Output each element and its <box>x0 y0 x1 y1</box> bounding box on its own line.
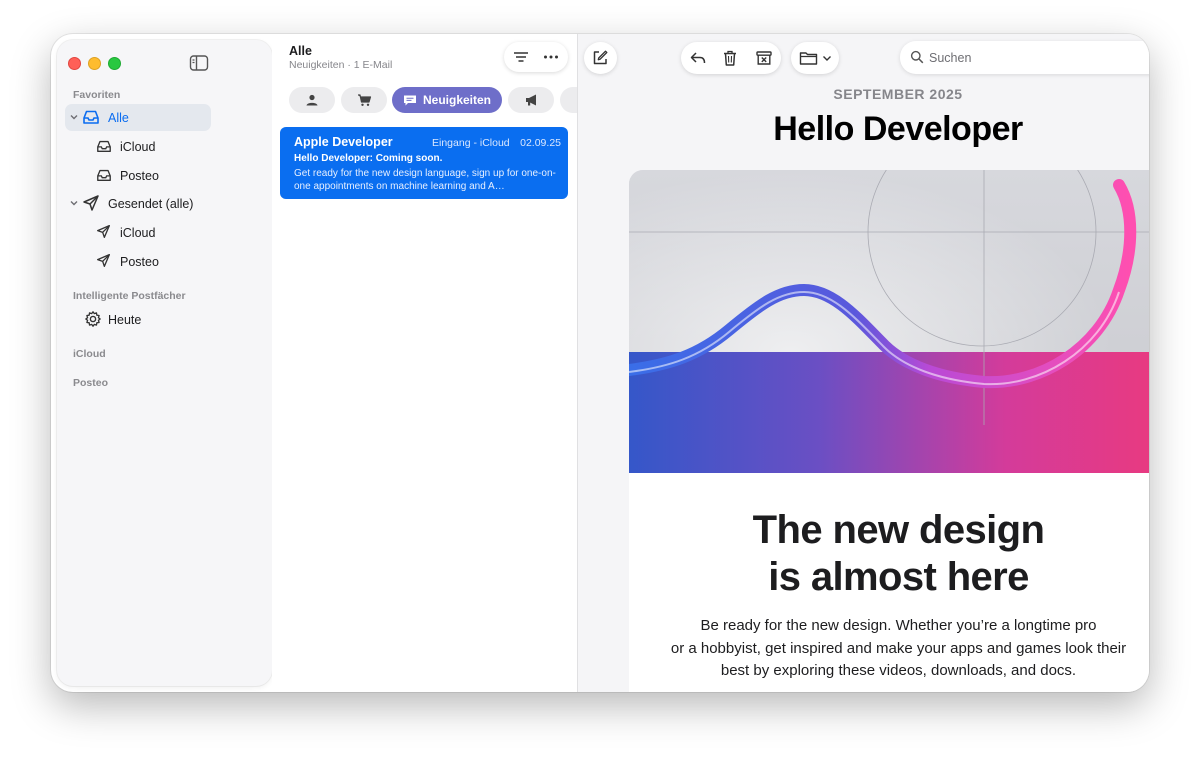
filter-icon[interactable] <box>512 48 530 66</box>
sidebar-item-icloud-inbox[interactable]: iCloud <box>93 133 233 160</box>
tray-icon <box>83 110 99 124</box>
megaphone-icon <box>525 94 536 106</box>
message-subject: Hello Developer: Coming soon. <box>294 153 443 164</box>
chevron-down-icon[interactable] <box>69 112 79 122</box>
tray-icon <box>97 169 111 181</box>
card-body-line: or a hobbyist, get inspired and make you… <box>670 639 1127 657</box>
mail-window: Favoriten Alle iCloud Posteo Gesendet (a… <box>51 34 1149 692</box>
category-person[interactable] <box>289 87 335 113</box>
trash-icon[interactable] <box>721 49 739 67</box>
email-heading: Hello Developer <box>773 110 1023 148</box>
gear-icon <box>85 311 101 327</box>
cart-icon <box>357 94 371 106</box>
sidebar-item-label: iCloud <box>120 225 156 240</box>
list-actions-group <box>504 42 568 72</box>
category-promotions[interactable] <box>508 87 554 113</box>
compose-icon[interactable] <box>591 49 609 67</box>
category-neuigkeiten[interactable]: Neuigkeiten <box>392 87 502 113</box>
card-body: Be ready for the new design. Whether you… <box>629 615 1149 683</box>
card-title: The new design is almost here <box>629 507 1149 601</box>
sidebar-item-label: Heute <box>108 312 142 327</box>
card-title-line: The new design <box>752 508 1045 552</box>
close-window-button[interactable] <box>68 57 81 70</box>
sidebar-toggle-icon[interactable] <box>189 54 209 72</box>
sidebar-item-label: Gesendet (alle) <box>108 196 194 211</box>
search-icon <box>910 50 924 64</box>
message-date: 02.09.25 <box>520 137 561 149</box>
message-sender: Apple Developer <box>294 135 393 149</box>
folder-icon <box>799 52 818 65</box>
paperplane-icon <box>83 195 99 211</box>
sidebar-item-posteo-inbox[interactable]: Posteo <box>93 162 233 189</box>
card-body-line: Be ready for the new design. Whether you… <box>700 617 1097 634</box>
person-icon <box>306 94 318 106</box>
hero-artwork <box>629 170 1149 473</box>
sidebar-item-gesendet[interactable]: Gesendet (alle) <box>65 190 235 217</box>
message-preview: Get ready for the new design language, s… <box>294 168 556 192</box>
reading-pane: SEPTEMBER 2025 Hello Developer <box>578 34 1149 692</box>
smart-mailboxes-header: Intelligente Postfächer <box>73 290 186 302</box>
sidebar: Favoriten Alle iCloud Posteo Gesendet (a… <box>57 40 272 686</box>
tray-icon <box>97 140 111 152</box>
account-header-posteo[interactable]: Posteo <box>73 377 108 389</box>
sidebar-item-label: Posteo <box>120 168 159 183</box>
list-title: Alle <box>289 44 312 58</box>
message-icon <box>403 95 416 105</box>
card-body-line: best by exploring these videos, download… <box>720 662 1077 679</box>
junk-icon[interactable] <box>755 49 773 67</box>
search-input[interactable] <box>929 41 1149 74</box>
search-field[interactable] <box>900 41 1149 74</box>
move-group[interactable] <box>791 42 839 74</box>
category-label: Neuigkeiten <box>422 93 491 107</box>
message-actions-group <box>681 42 781 74</box>
more-icon[interactable] <box>542 48 560 66</box>
sidebar-item-posteo-sent[interactable]: Posteo <box>93 248 233 275</box>
zoom-window-button[interactable] <box>108 57 121 70</box>
compose-group <box>584 42 617 74</box>
paperplane-icon <box>97 225 110 238</box>
email-content-card: The new design is almost here Be ready f… <box>629 473 1149 692</box>
sidebar-item-alle[interactable]: Alle <box>65 104 211 131</box>
sidebar-item-icloud-sent[interactable]: iCloud <box>93 219 233 246</box>
sidebar-item-label: iCloud <box>120 139 156 154</box>
message-list-column: Alle Neuigkeiten · 1 E-Mail Neuigkeiten … <box>272 34 590 692</box>
reply-icon[interactable] <box>689 49 707 67</box>
hero-image <box>629 170 1149 473</box>
category-shopping[interactable] <box>341 87 387 113</box>
favorites-header: Favoriten <box>73 89 121 101</box>
card-title-line: is almost here <box>768 555 1029 599</box>
message-mailbox: Eingang - iCloud <box>432 137 510 149</box>
chevron-down-icon <box>823 56 831 61</box>
email-month-label: SEPTEMBER 2025 <box>833 86 963 102</box>
sidebar-item-label: Posteo <box>120 254 159 269</box>
sidebar-item-heute[interactable]: Heute <box>81 306 231 333</box>
account-header-icloud[interactable]: iCloud <box>73 348 106 360</box>
chevron-down-icon[interactable] <box>69 198 79 208</box>
minimize-window-button[interactable] <box>88 57 101 70</box>
paperplane-icon <box>97 254 110 267</box>
sidebar-item-label: Alle <box>108 110 129 125</box>
list-subtitle: Neuigkeiten · 1 E-Mail <box>289 59 393 71</box>
message-row[interactable]: Apple Developer Eingang - iCloud 02.09.2… <box>280 127 568 199</box>
